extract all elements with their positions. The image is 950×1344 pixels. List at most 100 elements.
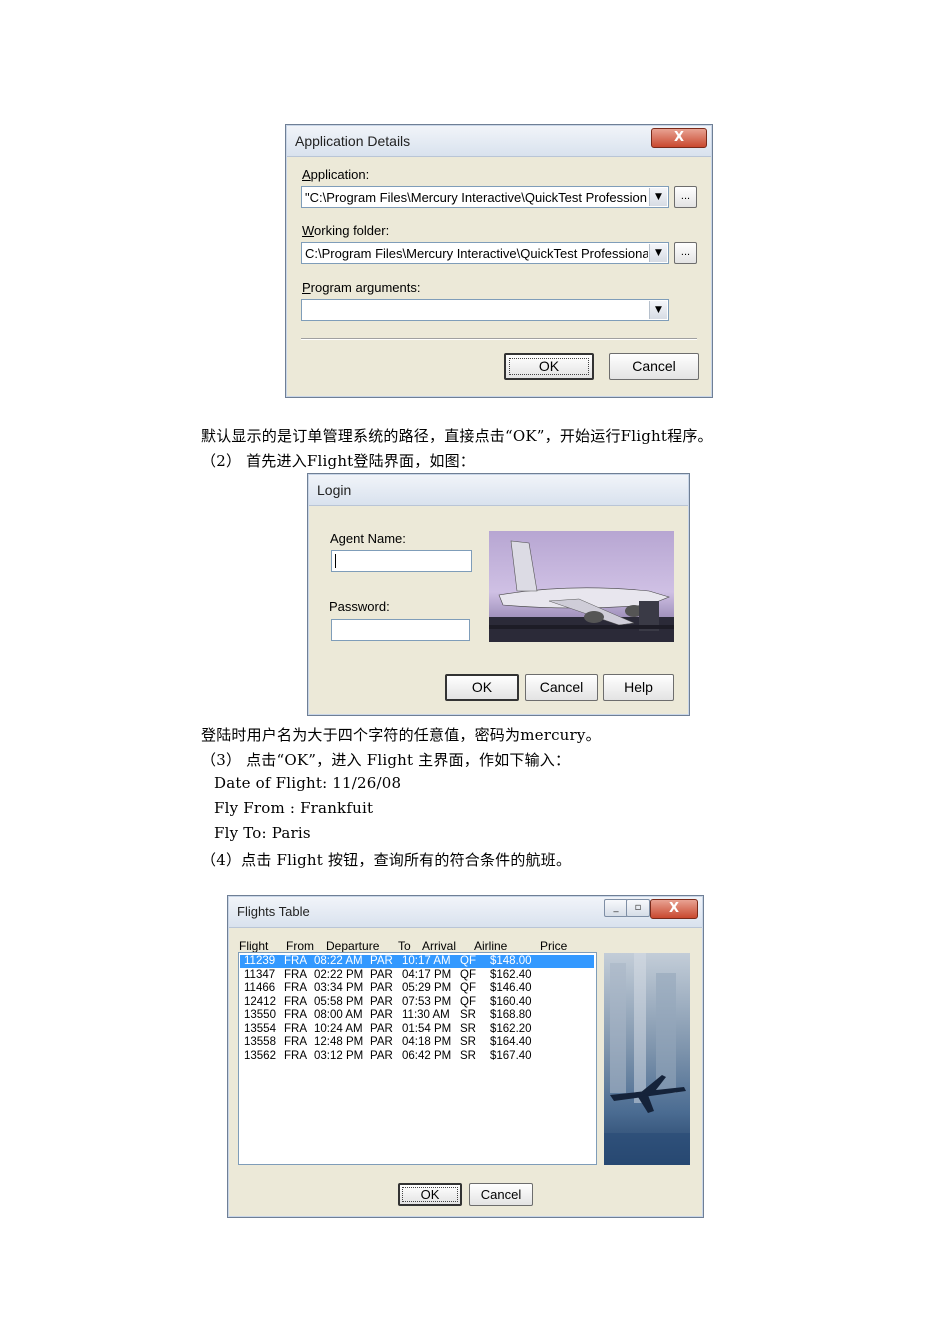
- cell-flight: 13558: [244, 1036, 276, 1048]
- cell-arrival: 11:30 AM: [402, 1009, 450, 1021]
- working-folder-value: C:\Program Files\Mercury Interactive\Qui…: [305, 246, 648, 261]
- restore-icon[interactable]: ▫: [626, 899, 650, 917]
- cancel-button[interactable]: Cancel: [469, 1183, 533, 1206]
- cell-arrival: 06:42 PM: [402, 1049, 452, 1062]
- cell-airline: SR: [460, 1049, 476, 1062]
- cell-arrival: 01:54 PM: [402, 1022, 452, 1035]
- cell-departure: 03:34 PM: [314, 982, 364, 994]
- working-folder-combo[interactable]: C:\Program Files\Mercury Interactive\Qui…: [301, 242, 669, 264]
- column-header-flight[interactable]: Flight: [239, 939, 268, 953]
- table-row[interactable]: 13558 FRA 12:48 PM PAR 04:18 PM SR $164.40: [240, 1036, 594, 1049]
- cell-price: $162.40: [490, 968, 532, 981]
- airplane-image: [489, 531, 674, 642]
- cell-airline: QF: [460, 955, 476, 967]
- cell-airline: SR: [460, 1009, 476, 1021]
- cell-to: PAR: [370, 1049, 393, 1062]
- paragraph-8: （4）点击 Flight 按钮，查询所有的符合条件的航班。: [201, 851, 572, 869]
- table-row[interactable]: 13562 FRA 03:12 PM PAR 06:42 PM SR $167.40: [240, 1050, 594, 1063]
- password-input[interactable]: [331, 619, 470, 641]
- table-row[interactable]: 13550 FRA 08:00 AM PAR 11:30 AM SR $168.80: [240, 1009, 594, 1022]
- agent-name-input[interactable]: [331, 550, 472, 572]
- cell-arrival: 04:17 PM: [402, 968, 452, 981]
- dialog-title: Flights Table: [237, 904, 310, 919]
- cell-flight: 12412: [244, 995, 276, 1008]
- chevron-down-icon[interactable]: ▼: [649, 188, 667, 206]
- ok-button[interactable]: OK: [398, 1183, 462, 1206]
- text-cursor: [335, 554, 336, 568]
- table-row[interactable]: 13554 FRA 10:24 AM PAR 01:54 PM SR $162.20: [240, 1023, 594, 1036]
- paragraph-7: Fly To: Paris: [214, 824, 311, 842]
- cell-airline: QF: [460, 982, 476, 994]
- program-arguments-combo[interactable]: ▼: [301, 299, 669, 321]
- cell-price: $148.00: [490, 955, 532, 967]
- cell-flight: 11347: [244, 968, 276, 981]
- cell-arrival: 10:17 AM: [402, 955, 451, 967]
- cell-to: PAR: [370, 1022, 393, 1035]
- cell-from: FRA: [284, 1009, 307, 1021]
- cancel-button[interactable]: Cancel: [525, 674, 598, 701]
- separator: [301, 338, 697, 340]
- cell-from: FRA: [284, 995, 307, 1008]
- title-bar: Flights Table _ ▫ X: [229, 897, 702, 928]
- table-row[interactable]: 12412 FRA 05:58 PM PAR 07:53 PM QF $160.40: [240, 996, 594, 1009]
- cell-price: $167.40: [490, 1049, 532, 1062]
- column-header-from[interactable]: From: [286, 939, 314, 953]
- cell-to: PAR: [370, 968, 393, 981]
- cell-airline: SR: [460, 1036, 476, 1048]
- column-header-arrival[interactable]: Arrival: [422, 939, 456, 953]
- title-bar: Application Details X: [287, 126, 711, 157]
- ok-button[interactable]: OK: [504, 353, 594, 380]
- cell-flight: 13550: [244, 1009, 276, 1021]
- close-button[interactable]: X: [651, 128, 707, 148]
- cell-airline: QF: [460, 968, 476, 981]
- cell-departure: 08:22 AM: [314, 955, 363, 967]
- cell-departure: 10:24 AM: [314, 1022, 363, 1035]
- table-row[interactable]: 11466 FRA 03:34 PM PAR 05:29 PM QF $146.40: [240, 982, 594, 995]
- cell-price: $146.40: [490, 982, 532, 994]
- column-header-price[interactable]: Price: [540, 939, 567, 953]
- cell-to: PAR: [370, 995, 393, 1008]
- cell-to: PAR: [370, 982, 393, 994]
- cancel-button[interactable]: Cancel: [609, 353, 699, 380]
- cell-flight: 13562: [244, 1049, 276, 1062]
- cell-departure: 03:12 PM: [314, 1049, 364, 1062]
- column-header-airline[interactable]: Airline: [474, 939, 507, 953]
- paragraph-1: 默认显示的是订单管理系统的路径，直接点击“OK”，开始运行Flight程序。: [201, 427, 713, 445]
- cell-airline: QF: [460, 995, 476, 1008]
- application-combo[interactable]: "C:\Program Files\Mercury Interactive\Qu…: [301, 186, 669, 208]
- application-value: "C:\Program Files\Mercury Interactive\Qu…: [305, 190, 647, 205]
- help-button[interactable]: Help: [603, 674, 674, 701]
- airplane-side-image: [604, 953, 690, 1165]
- column-header-to[interactable]: To: [398, 939, 411, 953]
- cell-price: $164.40: [490, 1036, 532, 1048]
- dialog-title: Application Details: [295, 133, 411, 149]
- agent-name-label: Agent Name:: [330, 531, 406, 546]
- cell-from: FRA: [284, 968, 307, 981]
- cell-flight: 11239: [244, 955, 276, 967]
- cell-price: $168.80: [490, 1009, 532, 1021]
- column-header-departure[interactable]: Departure: [326, 939, 379, 953]
- cell-arrival: 05:29 PM: [402, 982, 452, 994]
- password-label: Password:: [329, 599, 390, 614]
- paragraph-3: 登陆时用户名为大于四个字符的任意值，密码为mercury。: [201, 726, 601, 744]
- table-row[interactable]: 11239 FRA 08:22 AM PAR 10:17 AM QF $148.00: [240, 955, 594, 968]
- paragraph-4: （3） 点击“OK”，进入 Flight 主界面，作如下输入：: [201, 751, 571, 769]
- browse-application-button[interactable]: ...: [674, 186, 697, 208]
- chevron-down-icon[interactable]: ▼: [649, 301, 667, 319]
- cell-departure: 02:22 PM: [314, 968, 364, 981]
- browse-working-folder-button[interactable]: ...: [674, 242, 697, 264]
- cell-from: FRA: [284, 1022, 307, 1035]
- cell-arrival: 07:53 PM: [402, 995, 452, 1008]
- close-button[interactable]: X: [650, 899, 698, 919]
- cell-to: PAR: [370, 955, 393, 967]
- cell-from: FRA: [284, 982, 307, 994]
- cell-price: $160.40: [490, 995, 532, 1008]
- cell-departure: 08:00 AM: [314, 1009, 363, 1021]
- minimize-icon[interactable]: _: [604, 899, 628, 917]
- ok-button[interactable]: OK: [445, 674, 519, 701]
- chevron-down-icon[interactable]: ▼: [649, 244, 667, 262]
- paragraph-2: （2） 首先进入Flight登陆界面，如图：: [201, 452, 476, 470]
- cell-departure: 05:58 PM: [314, 995, 364, 1008]
- table-row[interactable]: 11347 FRA 02:22 PM PAR 04:17 PM QF $162.40: [240, 969, 594, 982]
- cell-arrival: 04:18 PM: [402, 1036, 452, 1048]
